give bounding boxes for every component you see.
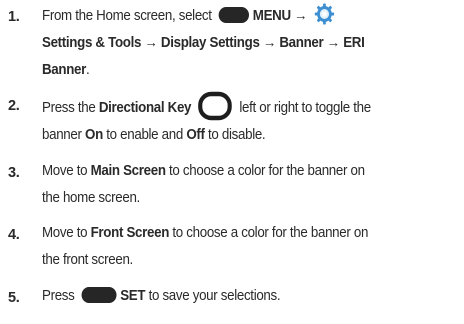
step-text-part: the home screen. [42, 190, 140, 206]
step-text-part: left or right to toggle the [239, 100, 371, 116]
arrow: → [294, 8, 308, 24]
step-text-part: banner [42, 127, 82, 143]
set-label: SET [120, 288, 146, 304]
step-text-part: to disable. [208, 127, 266, 143]
step-text-part: . [86, 62, 90, 78]
menu-path-item: Display Settings [160, 35, 260, 51]
directional-key-label: Directional Key [98, 100, 192, 116]
option-on: On [85, 127, 103, 143]
step-number: 3. [8, 165, 20, 181]
step-text-part: Move to [42, 163, 88, 179]
option-off: Off [186, 127, 205, 143]
settings-gear-icon [314, 3, 335, 25]
option-front-screen: Front Screen [90, 225, 170, 241]
step-text-part: to save your selections. [148, 288, 281, 304]
step-number: 5. [8, 290, 20, 306]
step-text: Move to Main Screen to choose a color fo… [42, 158, 423, 212]
step-number: 1. [8, 9, 20, 25]
arrow: → [144, 35, 158, 51]
step-text-part: Press [42, 288, 75, 304]
menu-path-item: Settings & Tools [42, 35, 142, 51]
step-text: From the Home screen, select MENU → Sett… [42, 3, 423, 84]
step-text-part: Move to [42, 225, 88, 241]
step-text-part: From the Home screen, select [42, 8, 212, 24]
left-softkey-icon [218, 7, 250, 23]
directional-key-icon [197, 91, 232, 121]
step-text-part: to choose a color for the banner on [169, 163, 365, 179]
menu-path-item: ERI [343, 35, 365, 51]
step-text-part: to choose a color for the banner on [172, 225, 369, 241]
step-text-part: Press the [42, 100, 96, 116]
arrow: → [262, 35, 276, 51]
arrow: → [326, 35, 340, 51]
left-softkey-icon [81, 287, 117, 303]
menu-path-item: Banner [42, 62, 87, 78]
step-text-part: to enable and [106, 127, 183, 143]
step-text: Move to Front Screen to choose a color f… [42, 220, 423, 274]
menu-label: MENU [252, 8, 291, 24]
menu-path-item: Banner [279, 35, 324, 51]
step-text-part: the front screen. [42, 252, 133, 268]
step-number: 2. [8, 98, 20, 114]
step-text: Press SET to save your selections. [42, 283, 423, 310]
step-number: 4. [8, 227, 20, 243]
option-main-screen: Main Screen [90, 163, 166, 179]
step-text: Press the Directional Key left or right … [42, 91, 423, 149]
